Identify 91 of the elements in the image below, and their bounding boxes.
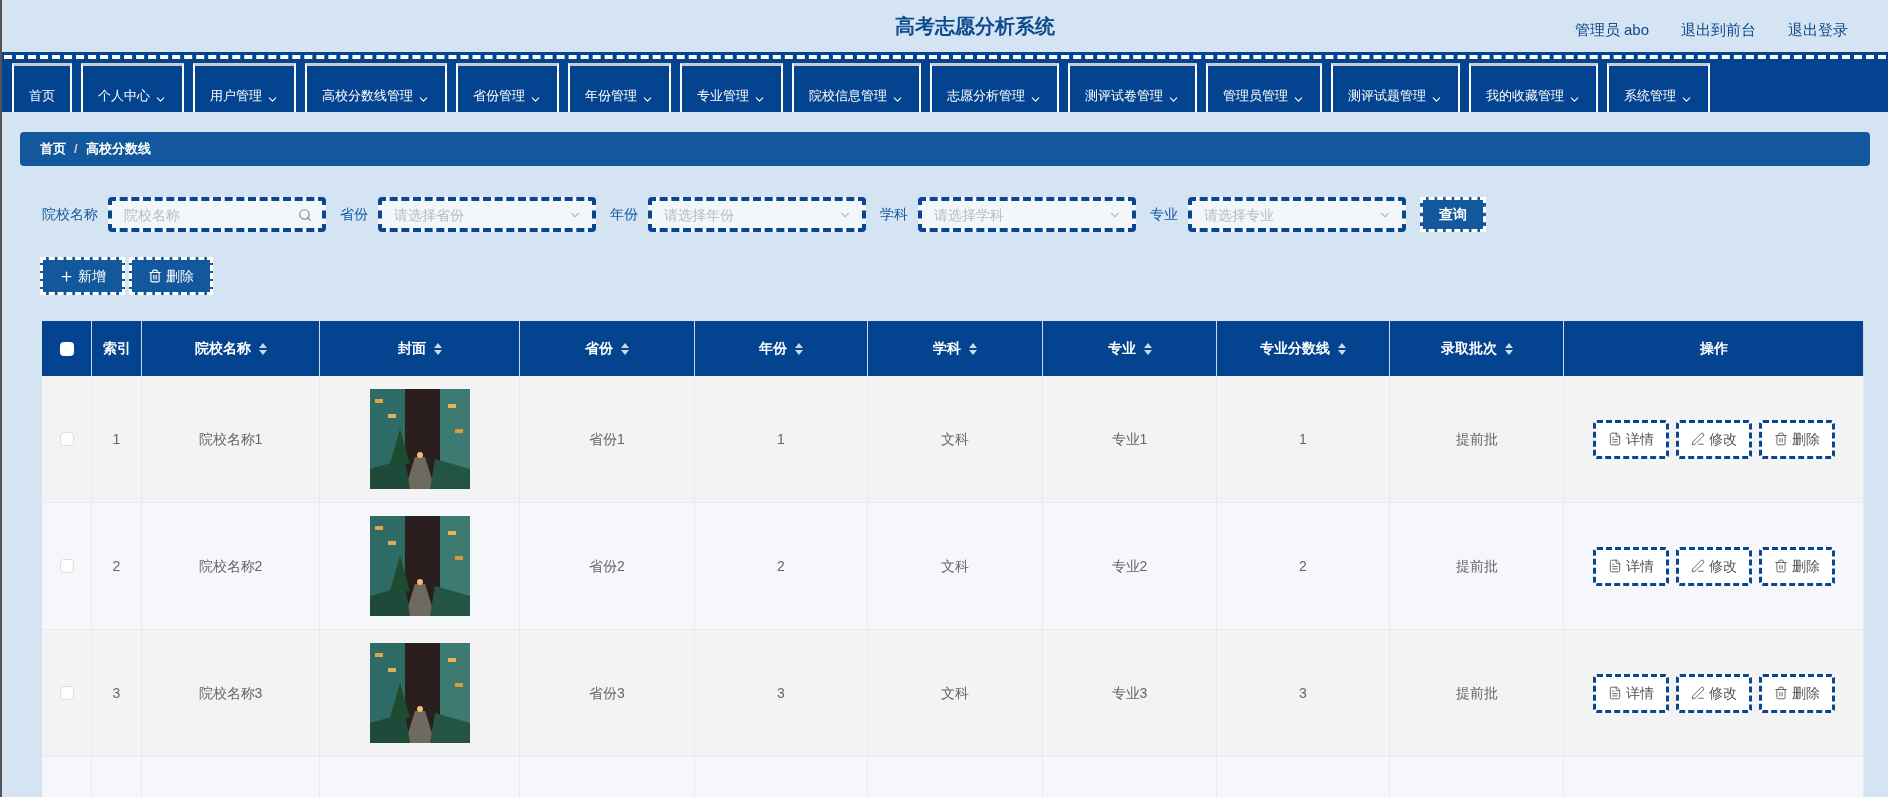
- search-icon: [298, 208, 312, 222]
- header-link[interactable]: 退出到前台: [1681, 19, 1756, 42]
- search-field[interactable]: 院校名称: [108, 197, 326, 232]
- document-icon: [1607, 686, 1622, 700]
- trash-icon: [1773, 432, 1788, 446]
- pencil-icon: [1690, 686, 1705, 700]
- plus-icon: [59, 268, 74, 284]
- sort-icon: [258, 342, 267, 355]
- nav-tab[interactable]: 管理员管理: [1206, 62, 1322, 112]
- nav-tab[interactable]: 高校分数线管理: [305, 62, 447, 112]
- sort-icon: [621, 342, 629, 355]
- table-cell-text: 1: [112, 429, 121, 449]
- delete-button[interactable]: 删除: [1758, 673, 1835, 713]
- table-cell-text: 3: [777, 683, 785, 703]
- nav-tab[interactable]: 我的收藏管理: [1469, 62, 1598, 112]
- app-title: 高考志愿分析系统: [895, 13, 1055, 39]
- breadcrumb-item[interactable]: 首页: [40, 139, 66, 159]
- table-cell-text: 院校名称3: [198, 683, 263, 703]
- nav-tab[interactable]: 测评试卷管理: [1068, 62, 1197, 112]
- sort-icon: [795, 342, 803, 355]
- row-checkbox[interactable]: [59, 686, 74, 700]
- header-link[interactable]: 退出登录: [1788, 19, 1848, 42]
- breadcrumb-item[interactable]: 高校分数线: [85, 139, 151, 159]
- table-cell-text: 3: [1299, 683, 1307, 703]
- table-cell-text: 文科: [941, 556, 969, 576]
- table-cell-text: 提前批: [1455, 429, 1498, 449]
- table-cell-text: 2: [1299, 556, 1307, 576]
- table-cell-text: 文科: [941, 429, 969, 449]
- nav-tab[interactable]: 院校信息管理: [792, 62, 921, 112]
- nav-tab[interactable]: 用户管理: [193, 62, 296, 112]
- sort-icon: [1143, 342, 1152, 355]
- table-cell-text: 1: [1299, 429, 1307, 449]
- header-link[interactable]: 管理员 abo: [1574, 19, 1649, 42]
- filter-label: 学科: [880, 205, 908, 224]
- select-field[interactable]: 请选择专业: [1188, 197, 1406, 232]
- document-icon: [1607, 559, 1622, 573]
- table-cell-text: 省份3: [589, 683, 625, 703]
- sort-icon: [1338, 342, 1346, 355]
- nav-tab[interactable]: 个人中心: [81, 62, 184, 112]
- table-cell-text: 专业3: [1111, 683, 1148, 703]
- table-cell-text: 提前批: [1455, 556, 1498, 576]
- row-checkbox[interactable]: [59, 559, 74, 573]
- nav-tab[interactable]: 志愿分析管理: [930, 62, 1059, 112]
- edit-button[interactable]: 修改: [1675, 419, 1752, 459]
- table-cell-text: 院校名称1: [198, 429, 263, 449]
- search-button[interactable]: 查询: [1420, 197, 1486, 232]
- table-cell-text: 2: [777, 556, 785, 576]
- delete-button[interactable]: 删除: [1758, 419, 1835, 459]
- delete-button[interactable]: 删除: [129, 257, 213, 295]
- breadcrumb-separator: /: [74, 140, 78, 159]
- select-all-checkbox[interactable]: [59, 341, 74, 356]
- table-cell-text: 文科: [941, 683, 969, 703]
- row-checkbox[interactable]: [59, 432, 74, 446]
- table-cell-text: 院校名称2: [198, 556, 263, 576]
- document-icon: [1607, 432, 1622, 446]
- filter-label: 年份: [610, 205, 638, 224]
- detail-button[interactable]: 详情: [1592, 546, 1669, 586]
- filter-label: 院校名称: [42, 205, 98, 224]
- table-cell-text: 3: [112, 683, 121, 703]
- select-field[interactable]: 请选择年份: [648, 197, 866, 232]
- sort-icon: [1504, 342, 1513, 355]
- select-field[interactable]: 请选择学科: [918, 197, 1136, 232]
- pencil-icon: [1690, 432, 1705, 446]
- delete-button[interactable]: 删除: [1758, 546, 1835, 586]
- trash-icon: [1773, 686, 1788, 700]
- detail-button[interactable]: 详情: [1592, 673, 1669, 713]
- filter-label: 省份: [340, 205, 368, 224]
- nav-tab[interactable]: 年份管理: [568, 62, 671, 112]
- nav-tab[interactable]: 专业管理: [680, 62, 783, 112]
- table-cell-text: 专业1: [1111, 429, 1148, 449]
- table-cell-text: 省份2: [589, 556, 625, 576]
- table-cell-text: 省份1: [589, 429, 625, 449]
- nav-tab[interactable]: 系统管理: [1607, 62, 1710, 112]
- table-cell-text: 提前批: [1455, 683, 1498, 703]
- edit-button[interactable]: 修改: [1675, 546, 1752, 586]
- table-cell-text: 专业2: [1111, 556, 1148, 576]
- pencil-icon: [1690, 559, 1705, 573]
- sort-icon: [433, 342, 442, 355]
- trash-icon: [148, 269, 162, 283]
- trash-icon: [1773, 559, 1788, 573]
- select-field[interactable]: 请选择省份: [378, 197, 596, 232]
- table-cell-text: 2: [112, 556, 121, 576]
- edit-button[interactable]: 修改: [1675, 673, 1752, 713]
- nav-tab[interactable]: 测评试题管理: [1331, 62, 1460, 112]
- nav-tab[interactable]: 省份管理: [456, 62, 559, 112]
- detail-button[interactable]: 详情: [1592, 419, 1669, 459]
- nav-tab[interactable]: 首页: [12, 62, 72, 112]
- filter-label: 专业: [1150, 205, 1178, 224]
- sort-icon: [969, 342, 977, 355]
- add-button[interactable]: 新增: [40, 257, 125, 295]
- table-cell-text: 1: [777, 429, 785, 449]
